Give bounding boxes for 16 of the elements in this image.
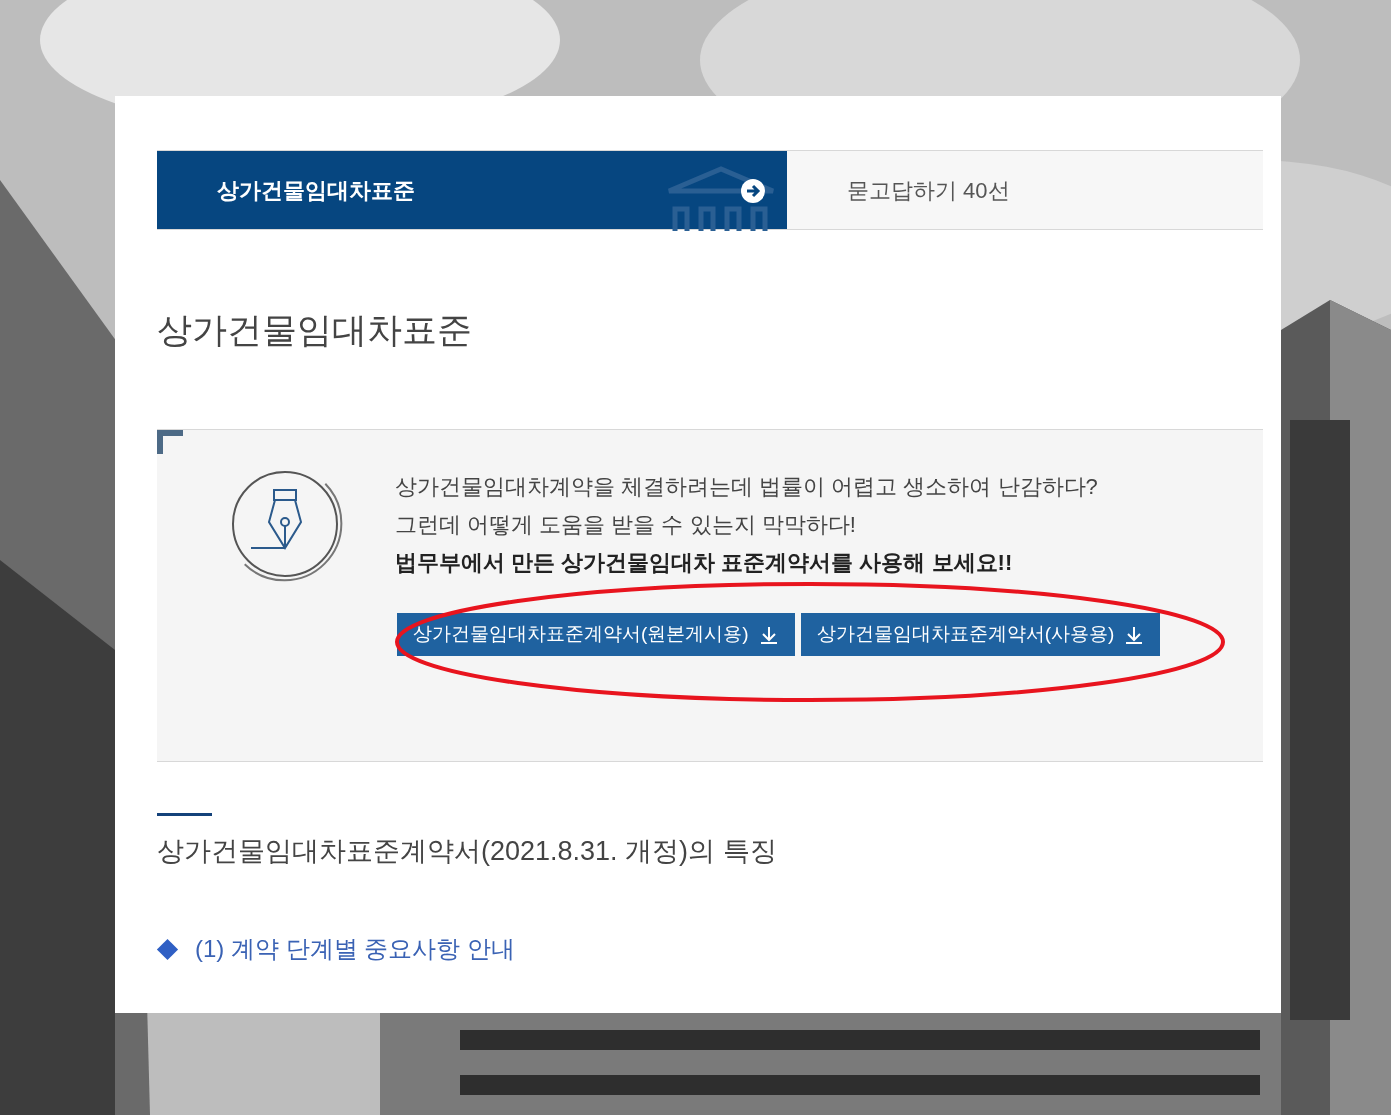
arrow-right-icon [741, 179, 765, 203]
download-button[interactable]: 상가건물임대차표준계약서(원본게시용) [397, 613, 795, 656]
download-icon [1124, 624, 1145, 645]
download-icon [758, 624, 779, 645]
page-title: 상가건물임대차표준 [157, 312, 473, 347]
emphasis-text: 법무부에서 만든 상가건물임대차 표준계약서를 사용해 보세요!! [395, 549, 1014, 577]
tab[interactable]: 상가건물임대차표준 [157, 151, 787, 229]
tab[interactable]: 묻고답하기 40선 [787, 151, 1263, 229]
section-bar [157, 813, 212, 816]
corner-mark [157, 430, 183, 454]
intro-text: 상가건물임대차계약을 체결하려는데 법률이 어렵고 생소하여 난감하다? [395, 473, 1099, 501]
intro-text: 그런데 어떻게 도움을 받을 수 있는지 막막하다! [395, 511, 857, 539]
section-item: (1) 계약 단계별 중요사항 안내 [195, 934, 515, 964]
download-button[interactable]: 상가건물임대차표준계약서(사용용) [800, 613, 1161, 656]
section-heading: 상가건물임대차표준계약서(2021.8.31. 개정)의 특징 [157, 838, 778, 865]
building-icon [665, 165, 777, 231]
